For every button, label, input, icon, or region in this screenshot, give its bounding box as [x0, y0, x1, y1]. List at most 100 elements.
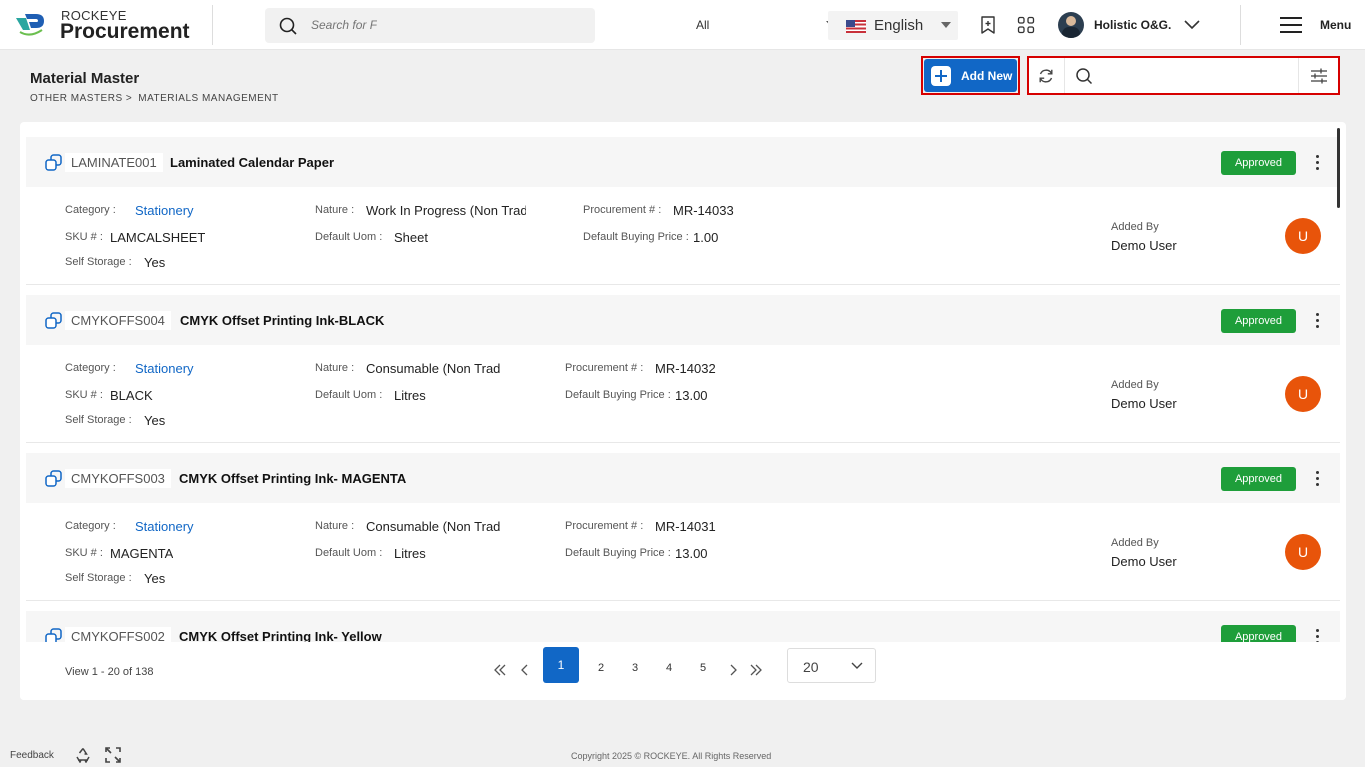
search-icon[interactable]	[279, 17, 297, 35]
user-avatar[interactable]: U	[1285, 534, 1321, 570]
page-current[interactable]: 1	[543, 647, 579, 683]
material-card[interactable]: CMYKOFFS002 CMYK Offset Printing Ink- Ye…	[26, 611, 1340, 642]
materials-list: LAMINATE001 Laminated Calendar Paper App…	[20, 122, 1346, 642]
material-code: CMYKOFFS003	[65, 469, 171, 488]
language-select[interactable]: English	[828, 11, 958, 40]
global-search: All	[265, 8, 855, 43]
recycle-icon[interactable]	[75, 747, 91, 763]
breadcrumb-item-materials-management[interactable]: MATERIALS MANAGEMENT	[138, 93, 278, 104]
price-value: 13.00	[675, 388, 708, 403]
self-storage-label: Self Storage :	[65, 572, 132, 584]
chevron-down-icon[interactable]	[1183, 17, 1201, 31]
page-2[interactable]: 2	[591, 658, 611, 678]
material-card-header: LAMINATE001 Laminated Calendar Paper App…	[26, 137, 1340, 187]
list-search-toolbar	[1027, 56, 1340, 95]
nature-value: Work In Progress (Non Trad	[366, 203, 526, 218]
material-card[interactable]: CMYKOFFS003 CMYK Offset Printing Ink- MA…	[26, 453, 1340, 603]
material-name[interactable]: CMYK Offset Printing Ink- Yellow	[179, 629, 382, 642]
price-value: 13.00	[675, 546, 708, 561]
add-new-label: Add New	[961, 69, 1013, 83]
filter-sliders-icon[interactable]	[1310, 67, 1328, 85]
global-search-input[interactable]	[311, 15, 377, 35]
self-storage-label: Self Storage :	[65, 414, 132, 426]
procurement-value: MR-14033	[673, 203, 734, 218]
list-search-input[interactable]	[1101, 64, 1291, 86]
pagination-summary: View 1 - 20 of 138	[65, 666, 154, 678]
user-avatar[interactable]	[1058, 12, 1084, 38]
copy-icon[interactable]	[45, 154, 62, 171]
divider	[1240, 5, 1241, 45]
material-name[interactable]: CMYK Offset Printing Ink- MAGENTA	[179, 471, 406, 486]
menu-label[interactable]: Menu	[1320, 18, 1351, 32]
uom-value: Litres	[394, 546, 426, 561]
feedback-link[interactable]: Feedback	[10, 750, 54, 761]
user-avatar[interactable]: U	[1285, 376, 1321, 412]
sku-value: BLACK	[110, 388, 153, 403]
previous-page-icon[interactable]	[518, 663, 532, 677]
breadcrumb-item-other-masters[interactable]: OTHER MASTERS >	[30, 93, 132, 104]
sku-label: SKU # :	[65, 547, 103, 559]
fullscreen-icon[interactable]	[105, 747, 121, 763]
page-4[interactable]: 4	[659, 658, 679, 678]
refresh-icon[interactable]	[1037, 67, 1055, 85]
material-card[interactable]: CMYKOFFS004 CMYK Offset Printing Ink-BLA…	[26, 295, 1340, 445]
us-flag-icon	[846, 20, 866, 33]
self-storage-value: Yes	[144, 571, 166, 586]
copy-icon[interactable]	[45, 628, 62, 642]
added-by-value: Demo User	[1111, 238, 1177, 253]
self-storage-value: Yes	[144, 255, 166, 270]
procurement-label: Procurement # :	[565, 362, 644, 374]
brand-product: Procurement	[60, 20, 190, 43]
uom-value: Sheet	[394, 230, 428, 245]
hamburger-menu-icon[interactable]	[1280, 17, 1302, 33]
list-scrollbar[interactable]	[1337, 128, 1340, 208]
more-options-icon[interactable]	[1316, 471, 1320, 487]
status-badge: Approved	[1221, 151, 1296, 175]
nature-label: Nature :	[315, 520, 355, 532]
sku-label: SKU # :	[65, 231, 103, 243]
more-options-icon[interactable]	[1316, 155, 1320, 171]
category-value[interactable]: Stationery	[135, 203, 194, 218]
copy-icon[interactable]	[45, 312, 62, 329]
more-options-icon[interactable]	[1316, 629, 1320, 642]
chevron-down-icon	[851, 662, 863, 669]
caret-down-icon	[941, 22, 951, 28]
price-label: Default Buying Price :	[565, 547, 671, 559]
added-by-value: Demo User	[1111, 396, 1177, 411]
pagination-bar: View 1 - 20 of 138 1 2 3 4 5 20	[20, 642, 1346, 700]
next-page-icon[interactable]	[726, 663, 740, 677]
added-by-label: Added By	[1111, 537, 1159, 549]
material-card-header: CMYKOFFS002 CMYK Offset Printing Ink- Ye…	[26, 611, 1340, 642]
user-name[interactable]: Holistic O&G.	[1094, 18, 1171, 32]
material-card-header: CMYKOFFS004 CMYK Offset Printing Ink-BLA…	[26, 295, 1340, 345]
page-5[interactable]: 5	[693, 658, 713, 678]
material-card-header: CMYKOFFS003 CMYK Offset Printing Ink- MA…	[26, 453, 1340, 503]
page-size-select[interactable]: 20	[787, 648, 876, 683]
material-code: LAMINATE001	[65, 153, 163, 172]
copy-icon[interactable]	[45, 470, 62, 487]
material-name[interactable]: Laminated Calendar Paper	[170, 155, 334, 170]
self-storage-label: Self Storage :	[65, 256, 132, 268]
category-value[interactable]: Stationery	[135, 519, 194, 534]
search-icon	[1076, 68, 1093, 85]
top-bar: ROCKEYE Procurement All English Holistic…	[0, 0, 1365, 50]
price-value: 1.00	[693, 230, 719, 245]
nature-label: Nature :	[315, 362, 355, 374]
material-code: CMYKOFFS002	[65, 627, 171, 642]
material-name[interactable]: CMYK Offset Printing Ink-BLACK	[180, 313, 384, 328]
uom-label: Default Uom :	[315, 547, 383, 559]
page-3[interactable]: 3	[625, 658, 645, 678]
bookmark-add-icon[interactable]	[978, 15, 998, 35]
apps-grid-icon[interactable]	[1016, 15, 1036, 35]
rockeye-logo-icon[interactable]	[14, 10, 46, 38]
material-card[interactable]: LAMINATE001 Laminated Calendar Paper App…	[26, 137, 1340, 287]
last-page-icon[interactable]	[749, 663, 763, 677]
more-options-icon[interactable]	[1316, 313, 1320, 329]
add-new-button[interactable]: Add New	[924, 59, 1017, 92]
nature-value: Consumable (Non Trad	[366, 361, 501, 376]
status-badge: Approved	[1221, 309, 1296, 333]
breadcrumb: OTHER MASTERS > MATERIALS MANAGEMENT	[30, 93, 285, 104]
user-avatar[interactable]: U	[1285, 218, 1321, 254]
category-value[interactable]: Stationery	[135, 361, 194, 376]
first-page-icon[interactable]	[493, 663, 507, 677]
